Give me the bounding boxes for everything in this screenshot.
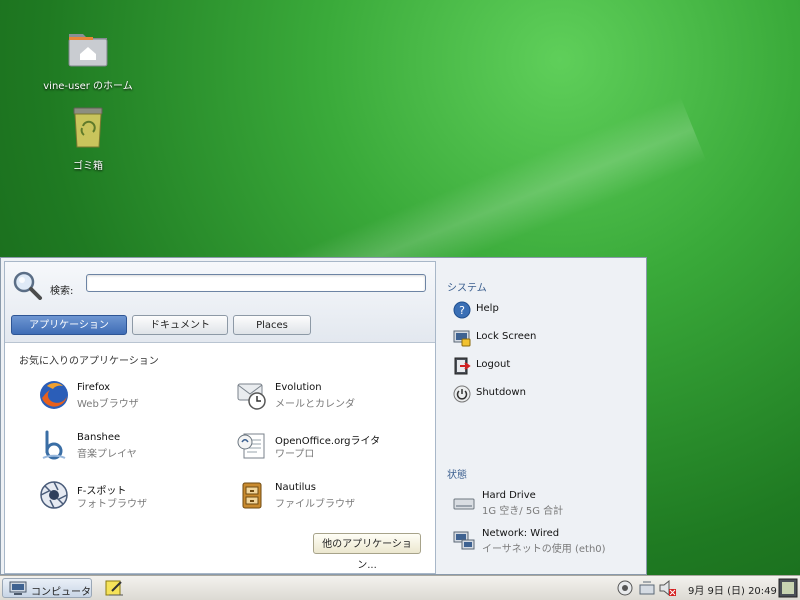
trash-icon (73, 107, 103, 148)
menu-left-pane: 検索: アプリケーション ドキュメント Places お気に入りのアプリケーショ… (4, 261, 436, 574)
more-applications-button[interactable]: 他のアプリケーション... (313, 533, 421, 571)
system-item-label: Help (476, 303, 499, 314)
status-section-title: 状態 (447, 470, 467, 481)
status-item-label: Hard Drive (482, 490, 536, 501)
app-banshee[interactable]: Banshee 音楽プレイヤ (37, 428, 227, 468)
status-item-detail: イーサネットの使用 (eth0) (482, 544, 606, 555)
show-desktop-icon[interactable] (778, 578, 798, 598)
system-item-shutdown[interactable]: Shutdown (453, 384, 633, 404)
desktop-icon-home[interactable]: vine-user のホーム (43, 26, 133, 92)
bottom-panel: コンピュータ 9月 9日 (日) 20:49 (0, 575, 800, 600)
app-description: ファイルブラウザ (275, 499, 355, 510)
f-spot-icon (40, 481, 68, 509)
app-description: 音楽プレイヤ (77, 449, 137, 460)
app-f-spot[interactable]: F-スポット フォトブラウザ (37, 478, 227, 518)
computer-icon (9, 581, 27, 595)
system-item-lock-screen[interactable]: Lock Screen (453, 328, 633, 348)
app-name: Banshee (77, 432, 121, 443)
logout-icon (454, 357, 471, 375)
app-nautilus[interactable]: Nautilus ファイルブラウザ (235, 478, 425, 518)
system-item-help[interactable]: ? Help (453, 300, 633, 320)
tab-places[interactable]: Places (233, 315, 311, 335)
app-name: Firefox (77, 382, 111, 393)
app-firefox[interactable]: Firefox Webブラウザ (37, 378, 227, 418)
tab-applications[interactable]: アプリケーション (11, 315, 127, 335)
network-tray-icon[interactable] (638, 579, 656, 597)
app-name: Nautilus (275, 482, 316, 493)
status-item-label: Network: Wired (482, 528, 560, 539)
evolution-icon (237, 383, 266, 410)
panel-clock[interactable]: 9月 9日 (日) 20:49 (688, 582, 777, 597)
banshee-icon (42, 430, 66, 460)
status-item-hard-drive[interactable]: Hard Drive 1G 空き/ 5G 合計 (453, 490, 643, 520)
firefox-icon (40, 381, 68, 409)
app-openoffice-writer[interactable]: OpenOffice.orgライタ ワープロ (235, 428, 425, 468)
main-menu: 検索: アプリケーション ドキュメント Places お気に入りのアプリケーショ… (0, 257, 647, 575)
network-icon (453, 531, 475, 550)
help-icon: ? (453, 301, 471, 319)
shutdown-icon (453, 385, 471, 403)
search-row: 検索: (11, 270, 431, 302)
search-icon (13, 271, 42, 300)
update-notifier-icon[interactable] (616, 579, 634, 597)
lock-screen-icon (453, 330, 471, 347)
volume-muted-icon[interactable] (658, 579, 676, 597)
system-item-label: Lock Screen (476, 331, 537, 342)
computer-menu-label: コンピュータ (31, 587, 91, 598)
menu-right-pane: システム ? Help Lock Screen Logout Shutdown … (441, 261, 641, 571)
desktop-icon-label: vine-user のホーム (43, 81, 133, 92)
status-item-network[interactable]: Network: Wired イーサネットの使用 (eth0) (453, 528, 643, 558)
app-description: メールとカレンダ (275, 399, 355, 410)
search-label: 検索: (50, 286, 74, 297)
svg-text:?: ? (459, 304, 465, 317)
app-description: ワープロ (275, 449, 315, 460)
system-section-title: システム (447, 283, 487, 294)
system-item-label: Logout (476, 359, 511, 370)
app-description: Webブラウザ (77, 399, 139, 410)
system-item-label: Shutdown (476, 387, 526, 398)
search-input[interactable] (86, 274, 426, 292)
nautilus-icon (242, 482, 262, 509)
tab-documents[interactable]: ドキュメント (132, 315, 228, 335)
writer-icon (237, 433, 265, 459)
desktop-icon-trash[interactable]: ゴミ箱 (43, 106, 133, 172)
app-description: フォトブラウザ (77, 499, 147, 510)
notes-icon[interactable] (104, 579, 124, 598)
home-folder-icon (68, 34, 108, 67)
computer-menu-button[interactable]: コンピュータ (2, 578, 92, 598)
status-item-detail: 1G 空き/ 5G 合計 (482, 506, 564, 517)
favorites-title: お気に入りのアプリケーション (19, 356, 159, 367)
app-name: Evolution (275, 382, 322, 393)
hard-drive-icon (453, 498, 475, 510)
app-evolution[interactable]: Evolution メールとカレンダ (235, 378, 425, 418)
desktop-icon-label: ゴミ箱 (73, 161, 103, 172)
system-item-logout[interactable]: Logout (453, 356, 633, 376)
